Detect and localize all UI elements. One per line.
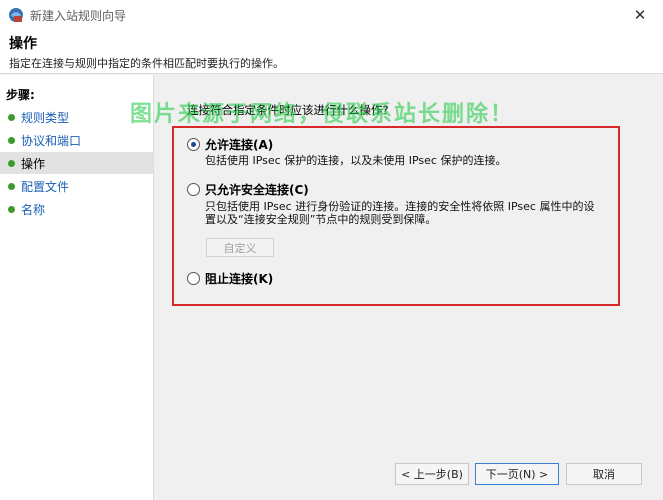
back-button[interactable]: < 上一步(B): [395, 463, 469, 485]
step-dot-icon: [8, 205, 15, 213]
option-block[interactable]: 阻止连接(K): [187, 270, 273, 287]
step-dot-icon: [8, 113, 15, 121]
sidebar-item-label: 规则类型: [21, 110, 70, 125]
allow-radio[interactable]: [187, 138, 200, 151]
block-label: 阻止连接(K): [205, 272, 274, 286]
option-allow[interactable]: 允许连接(A): [187, 136, 273, 153]
sidebar-item-label: 协议和端口: [21, 133, 82, 148]
allow-label: 允许连接(A): [205, 138, 274, 152]
firewall-app-icon: [8, 7, 24, 23]
secure-only-description-line2: 置以及“连接安全规则”节点中的规则受到保障。: [205, 213, 437, 226]
sidebar-item-label: 配置文件: [21, 179, 70, 194]
close-button[interactable]: ✕: [617, 0, 663, 30]
sidebar-item-protocol-port[interactable]: 协议和端口: [0, 129, 153, 151]
steps-sidebar: 步骤: 规则类型 协议和端口 操作 配置文件 名称: [0, 75, 154, 500]
page-description: 指定在连接与规则中指定的条件相匹配时要执行的操作。: [9, 57, 284, 70]
cancel-button[interactable]: 取消: [566, 463, 642, 485]
block-radio[interactable]: [187, 272, 200, 285]
secure-only-radio[interactable]: [187, 183, 200, 196]
sidebar-item-label: 名称: [21, 202, 46, 217]
step-dot-icon: [8, 136, 15, 144]
secure-only-description-line1: 只包括使用 IPsec 进行身份验证的连接。连接的安全性将依照 IPsec 属性…: [205, 200, 595, 213]
page-title: 操作: [9, 36, 37, 52]
window-title: 新建入站规则向导: [30, 8, 127, 23]
next-button[interactable]: 下一页(N) >: [475, 463, 559, 485]
step-dot-icon: [8, 159, 15, 167]
wizard-header: 操作 指定在连接与规则中指定的条件相匹配时要执行的操作。: [0, 30, 663, 74]
customize-button[interactable]: 自定义: [206, 238, 274, 257]
allow-description: 包括使用 IPsec 保护的连接，以及未使用 IPsec 保护的连接。: [205, 154, 507, 167]
watermark-text: 图片来源于网络，侵联系站长删除！: [130, 102, 515, 127]
sidebar-item-name[interactable]: 名称: [0, 198, 153, 220]
close-icon: ✕: [633, 6, 647, 24]
sidebar-item-action[interactable]: 操作: [0, 152, 153, 174]
sidebar-item-profile[interactable]: 配置文件: [0, 175, 153, 197]
title-bar: 新建入站规则向导 ✕: [0, 0, 663, 30]
secure-only-label: 只允许安全连接(C): [205, 183, 309, 197]
sidebar-item-label: 操作: [21, 156, 46, 171]
steps-heading: 步骤:: [6, 88, 35, 102]
option-secure-only[interactable]: 只允许安全连接(C): [187, 181, 309, 198]
step-dot-icon: [8, 182, 15, 190]
